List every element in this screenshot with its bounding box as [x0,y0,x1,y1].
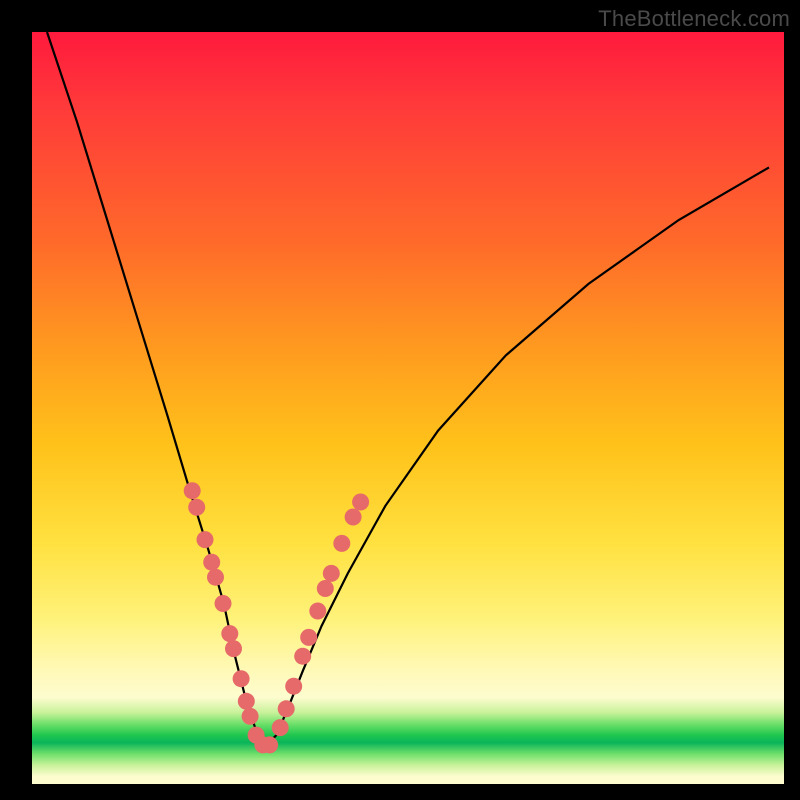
data-dot [333,535,350,552]
plot-area [32,32,784,784]
data-dot [221,625,238,642]
data-dot [261,736,278,753]
dot-layer [184,482,369,753]
chart-frame: TheBottleneck.com [0,0,800,800]
data-dot [197,531,214,548]
data-dot [317,580,334,597]
data-dot [309,603,326,620]
data-dot [225,640,242,657]
data-dot [294,648,311,665]
data-dot [238,693,255,710]
data-dot [323,565,340,582]
data-dot [203,554,220,571]
data-dot [188,499,205,516]
data-dot [215,595,232,612]
data-dot [345,509,362,526]
data-dot [285,678,302,695]
data-dot [272,719,289,736]
data-dot [278,700,295,717]
data-dot [242,708,259,725]
data-dot [300,629,317,646]
data-dot [184,482,201,499]
bottleneck-curve [47,32,769,746]
data-dot [352,494,369,511]
data-dot [233,670,250,687]
data-dot [207,569,224,586]
curve-svg [32,32,784,784]
watermark-text: TheBottleneck.com [598,6,790,32]
